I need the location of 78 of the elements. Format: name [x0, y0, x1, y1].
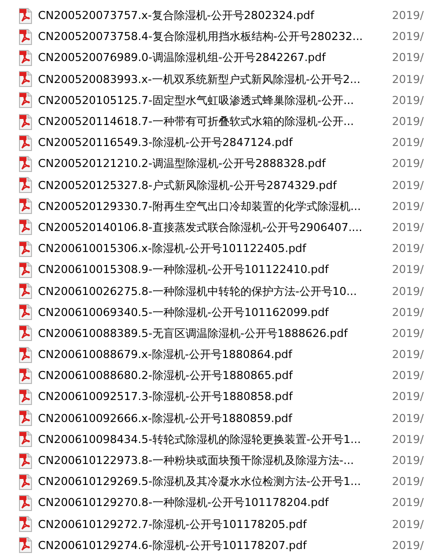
file-name[interactable]: CN200520140106.8-直接蒸发式联合除湿机-公开号2906407....	[38, 220, 386, 235]
pdf-file-icon	[19, 346, 32, 363]
file-name[interactable]: CN200610129269.5-除湿机及其冷凝水水位检测方法-公开号1...	[38, 474, 386, 490]
pdf-file-icon	[19, 283, 32, 300]
modified-date: 2019/	[392, 454, 424, 468]
pdf-file-icon	[19, 410, 32, 426]
pdf-file-icon	[19, 240, 32, 257]
pdf-file-icon	[19, 8, 32, 24]
pdf-file-icon	[19, 177, 32, 194]
file-name[interactable]: CN200520121210.2-调温型除湿机-公开号2888328.pdf	[38, 156, 386, 172]
modified-date: 2019/	[392, 348, 424, 362]
file-name[interactable]: CN200610092517.3-除湿机-公开号1880858.pdf	[38, 389, 386, 404]
modified-date: 2019/	[392, 306, 424, 319]
pdf-file-icon	[19, 537, 32, 554]
modified-date: 2019/	[392, 369, 424, 382]
modified-date: 2019/	[392, 538, 424, 552]
pdf-file-icon	[19, 92, 32, 108]
modified-date: 2019/	[392, 220, 424, 234]
file-name[interactable]: CN200610092666.x-除湿机-公开号1880859.pdf	[38, 410, 386, 426]
file-name[interactable]: CN200610129270.8-一种除湿机-公开号101178204.pdf	[38, 495, 386, 510]
modified-date: 2019/	[392, 496, 424, 510]
modified-date: 2019/	[392, 390, 424, 404]
file-name[interactable]: CN200610026275.8-一种除湿机中转轮的保护方法-公开号10...	[38, 284, 386, 299]
pdf-file-icon	[19, 325, 32, 342]
modified-date: 2019/	[392, 30, 424, 44]
pdf-file-icon	[19, 494, 32, 511]
file-name[interactable]: CN200610088680.2-除湿机-公开号1880865.pdf	[38, 368, 386, 384]
modified-date: 2019/	[392, 51, 424, 64]
modified-date: 2019/	[392, 178, 424, 192]
modified-date: 2019/	[392, 432, 424, 446]
file-name[interactable]: CN200520129330.7-附再生空气出口冷却装置的化学式除湿机...	[38, 198, 386, 214]
modified-date: 2019/	[392, 200, 424, 213]
pdf-file-icon	[19, 134, 32, 151]
modified-date: 2019/	[392, 518, 424, 531]
file-name[interactable]: CN200610129274.6-除湿机-公开号101178207.pdf	[38, 538, 386, 553]
modified-date: 2019/	[392, 72, 424, 86]
pdf-file-icon	[19, 368, 32, 384]
file-name[interactable]: CN200610015308.9-一种除湿机-公开号101122410.pdf	[38, 262, 386, 278]
modified-date: 2019/	[392, 412, 424, 425]
file-name[interactable]: CN200610098434.5-转轮式除湿机的除湿轮更换装置-公开号1...	[38, 432, 386, 447]
pdf-file-icon	[19, 198, 32, 214]
modified-date: 2019/	[392, 136, 424, 150]
file-name[interactable]: CN200520114618.7-一种带有可折叠软式水箱的除湿机-公开...	[38, 114, 386, 130]
file-name[interactable]: CN200520073757.x-复合除湿机-公开号2802324.pdf	[38, 8, 386, 24]
pdf-file-icon	[19, 71, 32, 88]
modified-date: 2019/	[392, 94, 424, 107]
file-name[interactable]: CN200610088679.x-除湿机-公开号1880864.pdf	[38, 347, 386, 362]
file-name[interactable]: CN200520105125.7-固定型水气虹吸渗透式蜂巢除湿机-公开...	[38, 92, 386, 108]
file-name[interactable]: CN200610088389.5-无盲区调温除湿机-公开号1888626.pdf	[38, 326, 386, 341]
pdf-file-icon	[19, 516, 32, 532]
modified-date: 2019/	[392, 475, 424, 488]
modified-date: 2019/	[392, 326, 424, 340]
file-name[interactable]: CN200520116549.3-除湿机-公开号2847124.pdf	[38, 135, 386, 150]
pdf-file-icon	[19, 156, 32, 172]
file-name[interactable]: CN200610015306.x-除湿机-公开号101122405.pdf	[38, 241, 386, 256]
pdf-file-icon	[19, 452, 32, 469]
file-name[interactable]: CN200610129272.7-除湿机-公开号101178205.pdf	[38, 516, 386, 532]
modified-date: 2019/	[392, 242, 424, 256]
pdf-file-icon	[19, 28, 32, 45]
file-name[interactable]: CN200520083993.x-一机双系统新型户式新风除湿机-公开号2...	[38, 72, 386, 87]
pdf-file-icon	[19, 219, 32, 236]
file-name[interactable]: CN200520125327.8-户式新风除湿机-公开号2874329.pdf	[38, 178, 386, 193]
file-name[interactable]: CN200610122973.8-一种粉块或面块预干除湿机及除湿方法-...	[38, 453, 386, 468]
pdf-file-icon	[19, 388, 32, 405]
modified-date: 2019/	[392, 263, 424, 276]
modified-date: 2019/	[392, 9, 424, 22]
pdf-file-icon	[19, 474, 32, 490]
file-name[interactable]: CN200520076989.0-调温除湿机组-公开号2842267.pdf	[38, 50, 386, 66]
pdf-file-icon	[19, 431, 32, 448]
file-name[interactable]: CN200520073758.4-复合除湿机用挡水板结构-公开号280232...	[38, 29, 386, 44]
modified-date: 2019/	[392, 115, 424, 128]
pdf-file-icon	[19, 114, 32, 130]
pdf-file-icon	[19, 262, 32, 278]
file-name[interactable]: CN200610069340.5-一种除湿机-公开号101162099.pdf	[38, 304, 386, 320]
pdf-file-icon	[19, 50, 32, 66]
pdf-file-icon	[19, 304, 32, 320]
modified-date: 2019/	[392, 284, 424, 298]
modified-date: 2019/	[392, 157, 424, 170]
